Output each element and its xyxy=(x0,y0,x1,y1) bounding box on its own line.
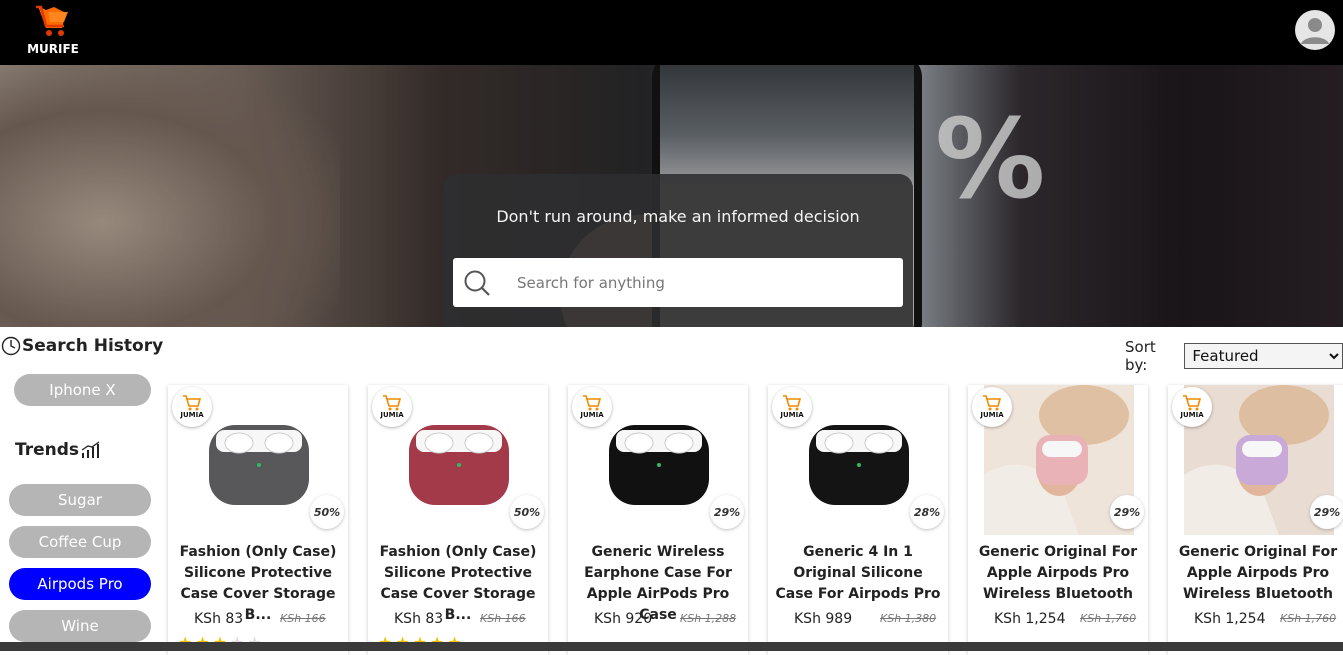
store-name: JUMIA xyxy=(580,411,604,419)
trend-chip-sugar[interactable]: Sugar xyxy=(9,484,151,516)
history-chip[interactable]: Iphone X xyxy=(14,374,151,406)
product-price: KSh 1,254 xyxy=(1194,611,1266,627)
trends-title: Trends xyxy=(15,440,80,460)
search-box[interactable] xyxy=(453,258,903,307)
store-name: JUMIA xyxy=(780,411,804,419)
product-title[interactable]: Generic Original For Apple Airpods Pro W… xyxy=(974,542,1142,605)
search-history-title: Search History xyxy=(22,336,164,356)
product-price: KSh 989 xyxy=(794,611,853,627)
product-old-price: KSh 1,380 xyxy=(880,612,937,625)
clock-icon xyxy=(1,336,21,356)
store-name: JUMIA xyxy=(380,411,404,419)
product-price: KSh 83 xyxy=(394,611,444,627)
store-badge: JUMIA xyxy=(1172,387,1212,427)
shopping-cart-logo-icon xyxy=(36,5,68,36)
store-badge: JUMIA xyxy=(572,387,612,427)
product-card[interactable]: JUMIA 29% Generic Wireless Earphone Case… xyxy=(568,385,748,655)
product-card[interactable]: JUMIA 28% Generic 4 In 1 Original Silico… xyxy=(768,385,948,655)
search-history-header: Search History xyxy=(0,335,163,357)
store-badge: JUMIA xyxy=(372,387,412,427)
store-badge: JUMIA xyxy=(972,387,1012,427)
discount-badge: 50% xyxy=(310,495,344,529)
product-title[interactable]: Generic Original For Apple Airpods Pro W… xyxy=(1174,542,1342,605)
trend-chip-airpods-pro[interactable]: Airpods Pro xyxy=(9,568,151,600)
store-cart-icon xyxy=(183,395,202,411)
app-logo[interactable]: MURIFE xyxy=(22,4,84,60)
discount-badge: 50% xyxy=(510,495,544,529)
product-old-price: KSh 166 xyxy=(480,612,526,625)
store-cart-icon xyxy=(583,395,602,411)
product-old-price: KSh 166 xyxy=(280,612,326,625)
search-icon[interactable] xyxy=(463,269,491,297)
search-panel: Don't run around, make an informed decis… xyxy=(443,174,913,327)
top-navbar: MURIFE xyxy=(0,0,1343,65)
store-cart-icon xyxy=(383,395,402,411)
hero-tagline: Don't run around, make an informed decis… xyxy=(496,207,860,226)
store-cart-icon xyxy=(1183,395,1202,411)
product-title[interactable]: Generic 4 In 1 Original Silicone Case Fo… xyxy=(774,542,942,605)
sort-control: Sort by: Featured xyxy=(1125,338,1343,374)
product-card[interactable]: JUMIA 50% Fashion (Only Case) Silicone P… xyxy=(368,385,548,655)
product-old-price: KSh 1,760 xyxy=(1280,612,1337,625)
product-price: KSh 1,254 xyxy=(994,611,1066,627)
bottom-scrollbar[interactable] xyxy=(0,642,1343,651)
hero-banner: % Don't run around, make an informed dec… xyxy=(0,65,1343,327)
logo-text: MURIFE xyxy=(27,42,79,56)
discount-badge: 29% xyxy=(710,495,744,529)
product-price: KSh 83 xyxy=(194,611,244,627)
sort-select[interactable]: Featured xyxy=(1184,343,1343,369)
store-name: JUMIA xyxy=(1180,411,1204,419)
store-cart-icon xyxy=(983,395,1002,411)
search-input[interactable] xyxy=(517,268,887,298)
store-cart-icon xyxy=(783,395,802,411)
product-card[interactable]: JUMIA 29% Generic Original For Apple Air… xyxy=(1168,385,1343,655)
user-avatar-icon[interactable] xyxy=(1295,10,1335,50)
product-old-price: KSh 1,760 xyxy=(1080,612,1137,625)
trending-chart-icon xyxy=(81,441,100,458)
discount-badge: 29% xyxy=(1310,495,1343,529)
trends-header: Trends xyxy=(15,440,101,460)
product-card[interactable]: JUMIA 29% Generic Original For Apple Air… xyxy=(968,385,1148,655)
store-name: JUMIA xyxy=(980,411,1004,419)
store-badge: JUMIA xyxy=(172,387,212,427)
discount-badge: 29% xyxy=(1110,495,1144,529)
product-card[interactable]: JUMIA 50% Fashion (Only Case) Silicone P… xyxy=(168,385,348,655)
sort-label: Sort by: xyxy=(1125,338,1156,374)
store-name: JUMIA xyxy=(180,411,204,419)
product-price: KSh 920 xyxy=(594,611,653,627)
store-badge: JUMIA xyxy=(772,387,812,427)
product-old-price: KSh 1,288 xyxy=(680,612,737,625)
trend-chip-wine[interactable]: Wine xyxy=(9,610,151,642)
trend-chip-coffee-cup[interactable]: Coffee Cup xyxy=(9,526,151,558)
discount-badge: 28% xyxy=(910,495,944,529)
